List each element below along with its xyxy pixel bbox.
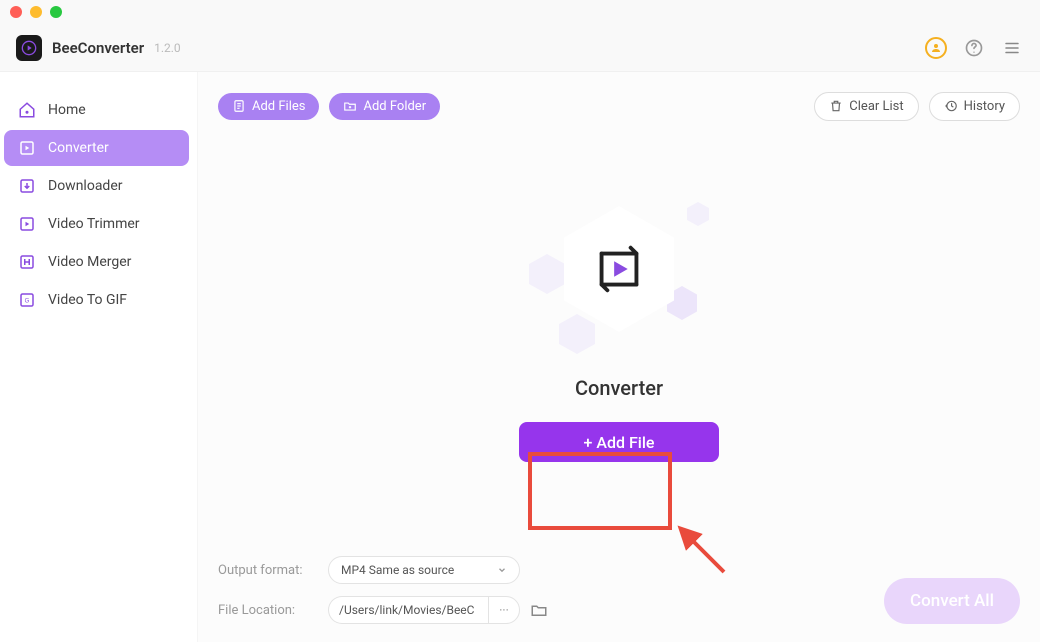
sidebar-item-home[interactable]: Home — [4, 92, 189, 128]
sidebar-item-label: Video To GIF — [48, 292, 127, 308]
profile-icon — [925, 37, 947, 59]
empty-state-title: Converter — [575, 376, 663, 400]
file-location-group: /Users/link/Movies/BeeC ··· — [328, 596, 550, 624]
help-button[interactable] — [962, 36, 986, 60]
app-header: BeeConverter 1.2.0 — [0, 24, 1040, 72]
file-location-value: /Users/link/Movies/BeeC — [339, 603, 474, 617]
sidebar-item-label: Video Trimmer — [48, 216, 140, 232]
close-window-button[interactable] — [10, 6, 22, 18]
header-left: BeeConverter 1.2.0 — [16, 35, 181, 61]
sidebar: Home Converter Downloader Video Trimmer … — [0, 72, 198, 642]
help-icon — [964, 38, 984, 58]
converter-icon — [18, 139, 36, 157]
output-format-select[interactable]: MP4 Same as source — [328, 556, 520, 584]
output-format-value: MP4 Same as source — [341, 563, 454, 577]
main-content: Add Files Add Folder Clear List History — [198, 72, 1040, 642]
file-location-label: File Location: — [218, 603, 314, 618]
hamburger-icon — [1003, 39, 1021, 57]
home-icon — [18, 101, 36, 119]
gif-icon: G — [18, 291, 36, 309]
app-name: BeeConverter — [52, 39, 144, 57]
sidebar-item-label: Home — [48, 102, 86, 118]
header-right — [924, 36, 1024, 60]
app-version: 1.2.0 — [154, 41, 181, 55]
bottom-settings: Output format: MP4 Same as source File L… — [218, 556, 550, 624]
chevron-down-icon — [497, 565, 507, 575]
maximize-window-button[interactable] — [50, 6, 62, 18]
empty-state: Converter + Add File — [198, 102, 1040, 544]
minimize-window-button[interactable] — [30, 6, 42, 18]
convert-cycle-icon — [588, 238, 650, 300]
bottom-bar: Output format: MP4 Same as source File L… — [198, 544, 1040, 642]
menu-button[interactable] — [1000, 36, 1024, 60]
converter-graphic — [519, 184, 719, 354]
window-titlebar — [0, 0, 1040, 24]
sidebar-item-video-to-gif[interactable]: G Video To GIF — [4, 282, 189, 318]
output-format-label: Output format: — [218, 563, 314, 578]
file-location-row: File Location: /Users/link/Movies/BeeC ·… — [218, 596, 550, 624]
sidebar-item-label: Video Merger — [48, 254, 131, 270]
trimmer-icon — [18, 215, 36, 233]
add-file-button[interactable]: + Add File — [519, 422, 719, 462]
app-body: Home Converter Downloader Video Trimmer … — [0, 72, 1040, 642]
file-location-input[interactable]: /Users/link/Movies/BeeC — [328, 596, 488, 624]
sidebar-item-downloader[interactable]: Downloader — [4, 168, 189, 204]
sidebar-item-video-merger[interactable]: Video Merger — [4, 244, 189, 280]
open-folder-button[interactable] — [528, 599, 550, 621]
download-icon — [18, 177, 36, 195]
sidebar-item-label: Downloader — [48, 178, 123, 194]
file-location-more-button[interactable]: ··· — [488, 596, 520, 624]
profile-button[interactable] — [924, 36, 948, 60]
folder-icon — [530, 601, 548, 619]
play-icon — [21, 40, 37, 56]
merger-icon — [18, 253, 36, 271]
output-format-row: Output format: MP4 Same as source — [218, 556, 550, 584]
annotation-highlight-box — [528, 452, 672, 530]
sidebar-item-video-trimmer[interactable]: Video Trimmer — [4, 206, 189, 242]
sidebar-item-converter[interactable]: Converter — [4, 130, 189, 166]
app-logo — [16, 35, 42, 61]
sidebar-item-label: Converter — [48, 140, 109, 156]
convert-all-button[interactable]: Convert All — [884, 578, 1020, 624]
svg-text:G: G — [25, 298, 30, 304]
